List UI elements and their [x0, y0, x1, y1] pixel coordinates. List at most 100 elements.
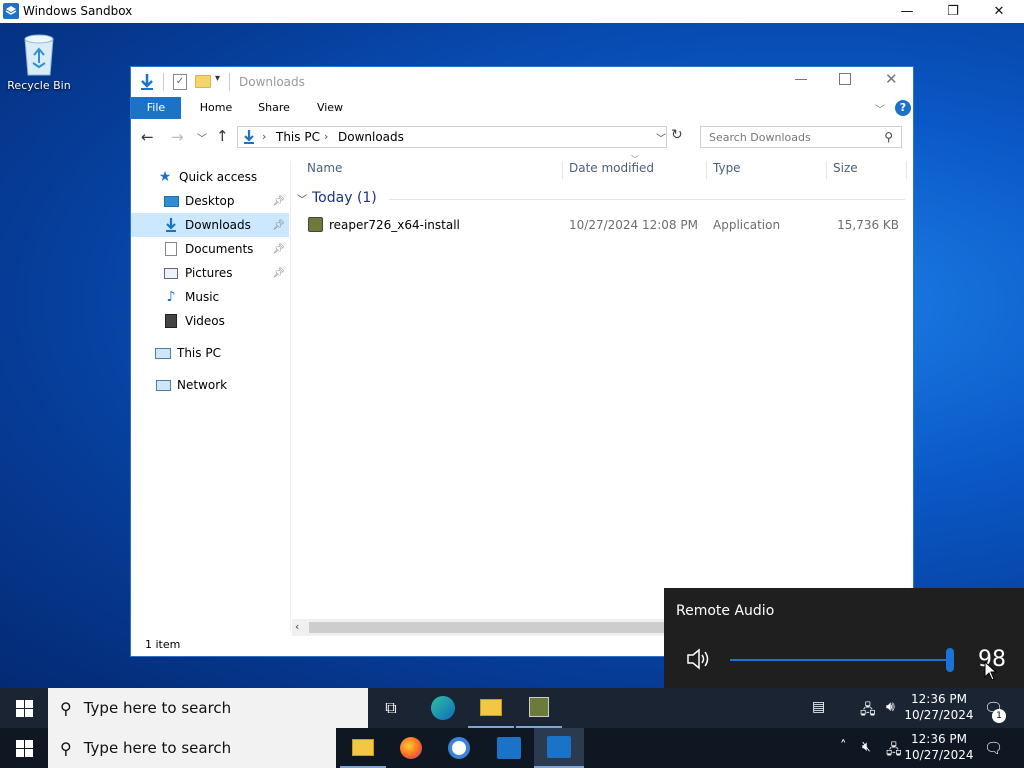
taskbar-clock[interactable]: 12:36 PM 10/27/2024 [904, 691, 974, 723]
network-tray-icon[interactable]: 🖧︎ [860, 699, 876, 723]
group-divider [389, 199, 905, 200]
tab-file[interactable]: File [131, 97, 181, 119]
notification-count-badge: 1 [992, 709, 1006, 723]
host-file-explorer-icon[interactable] [340, 728, 386, 768]
flyout-title: Remote Audio [676, 603, 775, 619]
column-headers: Name ﹀ Date modified Type Size [293, 155, 907, 179]
search-input[interactable]: Search Downloads ⚲ [700, 126, 902, 148]
group-header-today[interactable]: ﹀ Today (1) [297, 190, 907, 208]
file-row[interactable]: reaper726_x64-install 10/27/2024 12:08 P… [303, 214, 907, 236]
properties-icon[interactable]: ✓ [173, 74, 187, 90]
installer-app-icon[interactable] [516, 688, 562, 728]
host-clock-time: 12:36 PM [911, 732, 967, 746]
breadcrumb-downloads[interactable]: Downloads [338, 130, 404, 144]
explorer-close-button[interactable]: ✕ [885, 70, 898, 88]
forward-button[interactable]: → [171, 128, 184, 146]
news-widget-icon[interactable]: ▤ [812, 699, 825, 715]
column-date-modified[interactable]: Date modified [563, 161, 707, 179]
nav-music[interactable]: ♪ Music [131, 285, 289, 309]
column-size[interactable]: Size [827, 161, 907, 179]
explorer-maximize-button[interactable] [839, 73, 851, 85]
taskbar-search-box[interactable]: ⚲ Type here to search [48, 688, 368, 728]
navigation-pane: ★ Quick access Desktop 📌︎ Downloads 📌︎ D… [131, 161, 291, 631]
nav-pictures-label: Pictures [185, 266, 233, 280]
sandbox-minimize-button[interactable]: — [884, 0, 930, 23]
host-search-placeholder: Type here to search [83, 739, 232, 757]
documents-icon [163, 242, 179, 256]
windows-logo-icon [15, 699, 33, 717]
volume-thumb[interactable] [946, 648, 954, 672]
tab-view[interactable]: View [303, 97, 357, 119]
network-icon [155, 378, 171, 392]
nav-documents[interactable]: Documents 📌︎ [131, 237, 289, 261]
sandbox-close-button[interactable]: ✕ [976, 0, 1022, 23]
nav-documents-label: Documents [185, 242, 254, 256]
file-size: 15,736 KB [837, 218, 899, 232]
sandbox-taskbar-icon[interactable] [486, 728, 532, 768]
firefox-icon[interactable] [388, 728, 434, 768]
refresh-button[interactable]: ↻ [671, 127, 683, 143]
installer-icon [308, 217, 323, 232]
volume-tray-icon[interactable]: 🔊︎ [886, 699, 895, 715]
action-center-icon[interactable]: 🗨︎ [984, 739, 1003, 757]
nav-videos[interactable]: Videos [131, 309, 289, 333]
downloads-icon [163, 218, 179, 232]
muted-volume-icon[interactable]: 🔇︎ [862, 739, 871, 755]
pin-icon: 📌︎ [272, 195, 285, 207]
recycle-bin-label: Recycle Bin [7, 79, 71, 92]
recent-locations-button[interactable]: ﹀ [197, 130, 207, 145]
task-view-icon[interactable]: ⧉ [368, 688, 414, 728]
edge-icon[interactable] [420, 688, 466, 728]
speaker-icon[interactable] [686, 648, 712, 673]
recycle-bin-shortcut[interactable]: Recycle Bin [6, 31, 72, 92]
ribbon-expand-icon[interactable]: ﹀ [875, 101, 885, 116]
pictures-icon [163, 266, 179, 280]
help-icon[interactable]: ? [895, 100, 911, 116]
nav-quick-access[interactable]: ★ Quick access [131, 165, 289, 189]
group-header-label: Today (1) [312, 190, 377, 206]
nav-this-pc[interactable]: This PC [131, 341, 289, 365]
nav-this-pc-label: This PC [177, 346, 221, 360]
start-button[interactable] [0, 688, 48, 728]
address-downloads-icon [242, 129, 256, 148]
file-explorer-icon[interactable] [468, 688, 514, 728]
volume-slider[interactable] [730, 648, 954, 672]
nav-network[interactable]: Network [131, 373, 289, 397]
pin-icon: 📌︎ [272, 267, 285, 279]
window-title: Downloads [239, 75, 305, 89]
column-type[interactable]: Type [707, 161, 827, 179]
column-name[interactable]: Name [293, 161, 563, 179]
network-tray-icon[interactable]: 🖧︎ [886, 739, 902, 763]
up-button[interactable]: ↑ [216, 127, 229, 145]
address-dropdown-icon[interactable]: ﹀ [656, 130, 666, 145]
new-folder-icon[interactable] [195, 75, 211, 88]
nav-downloads[interactable]: Downloads 📌︎ [131, 213, 289, 237]
breadcrumb-this-pc[interactable]: This PC [276, 130, 320, 144]
tab-home[interactable]: Home [189, 97, 243, 119]
nav-pictures[interactable]: Pictures 📌︎ [131, 261, 289, 285]
remote-audio-flyout: Remote Audio 98 [664, 588, 1024, 688]
sandbox-maximize-button[interactable]: ❐ [930, 0, 976, 23]
sandbox-taskbar-icon-active[interactable] [534, 728, 584, 768]
host-clock[interactable]: 12:36 PM 10/27/2024 [904, 731, 974, 763]
scroll-left-icon[interactable]: ‹ [295, 620, 299, 633]
nav-desktop-label: Desktop [185, 194, 235, 208]
explorer-minimize-button[interactable] [795, 79, 807, 80]
host-clock-date: 10/27/2024 [904, 748, 974, 762]
search-icon: ⚲ [884, 130, 893, 144]
back-button[interactable]: ← [141, 128, 154, 146]
browser-icon[interactable] [436, 728, 482, 768]
address-bar[interactable]: › This PC › Downloads ﹀ [237, 126, 667, 148]
breadcrumb-chevron-icon: › [262, 130, 267, 143]
host-search-box[interactable]: ⚲ Type here to search [48, 728, 336, 768]
nav-desktop[interactable]: Desktop 📌︎ [131, 189, 289, 213]
host-taskbar: ⚲ Type here to search ˄ 🔇︎ 🖧︎ 12:36 PM 1… [0, 728, 1024, 768]
qat-dropdown-icon[interactable]: ▾ [215, 73, 220, 84]
tab-share[interactable]: Share [247, 97, 301, 119]
search-placeholder: Search Downloads [709, 131, 811, 144]
pin-icon: 📌︎ [272, 219, 285, 231]
show-hidden-icons-icon[interactable]: ˄ [840, 739, 847, 754]
file-explorer-window: ✓ ▾ Downloads ✕ File Home Share View ﹀ ?… [130, 66, 914, 657]
host-start-button[interactable] [0, 728, 48, 768]
videos-icon [163, 314, 179, 328]
